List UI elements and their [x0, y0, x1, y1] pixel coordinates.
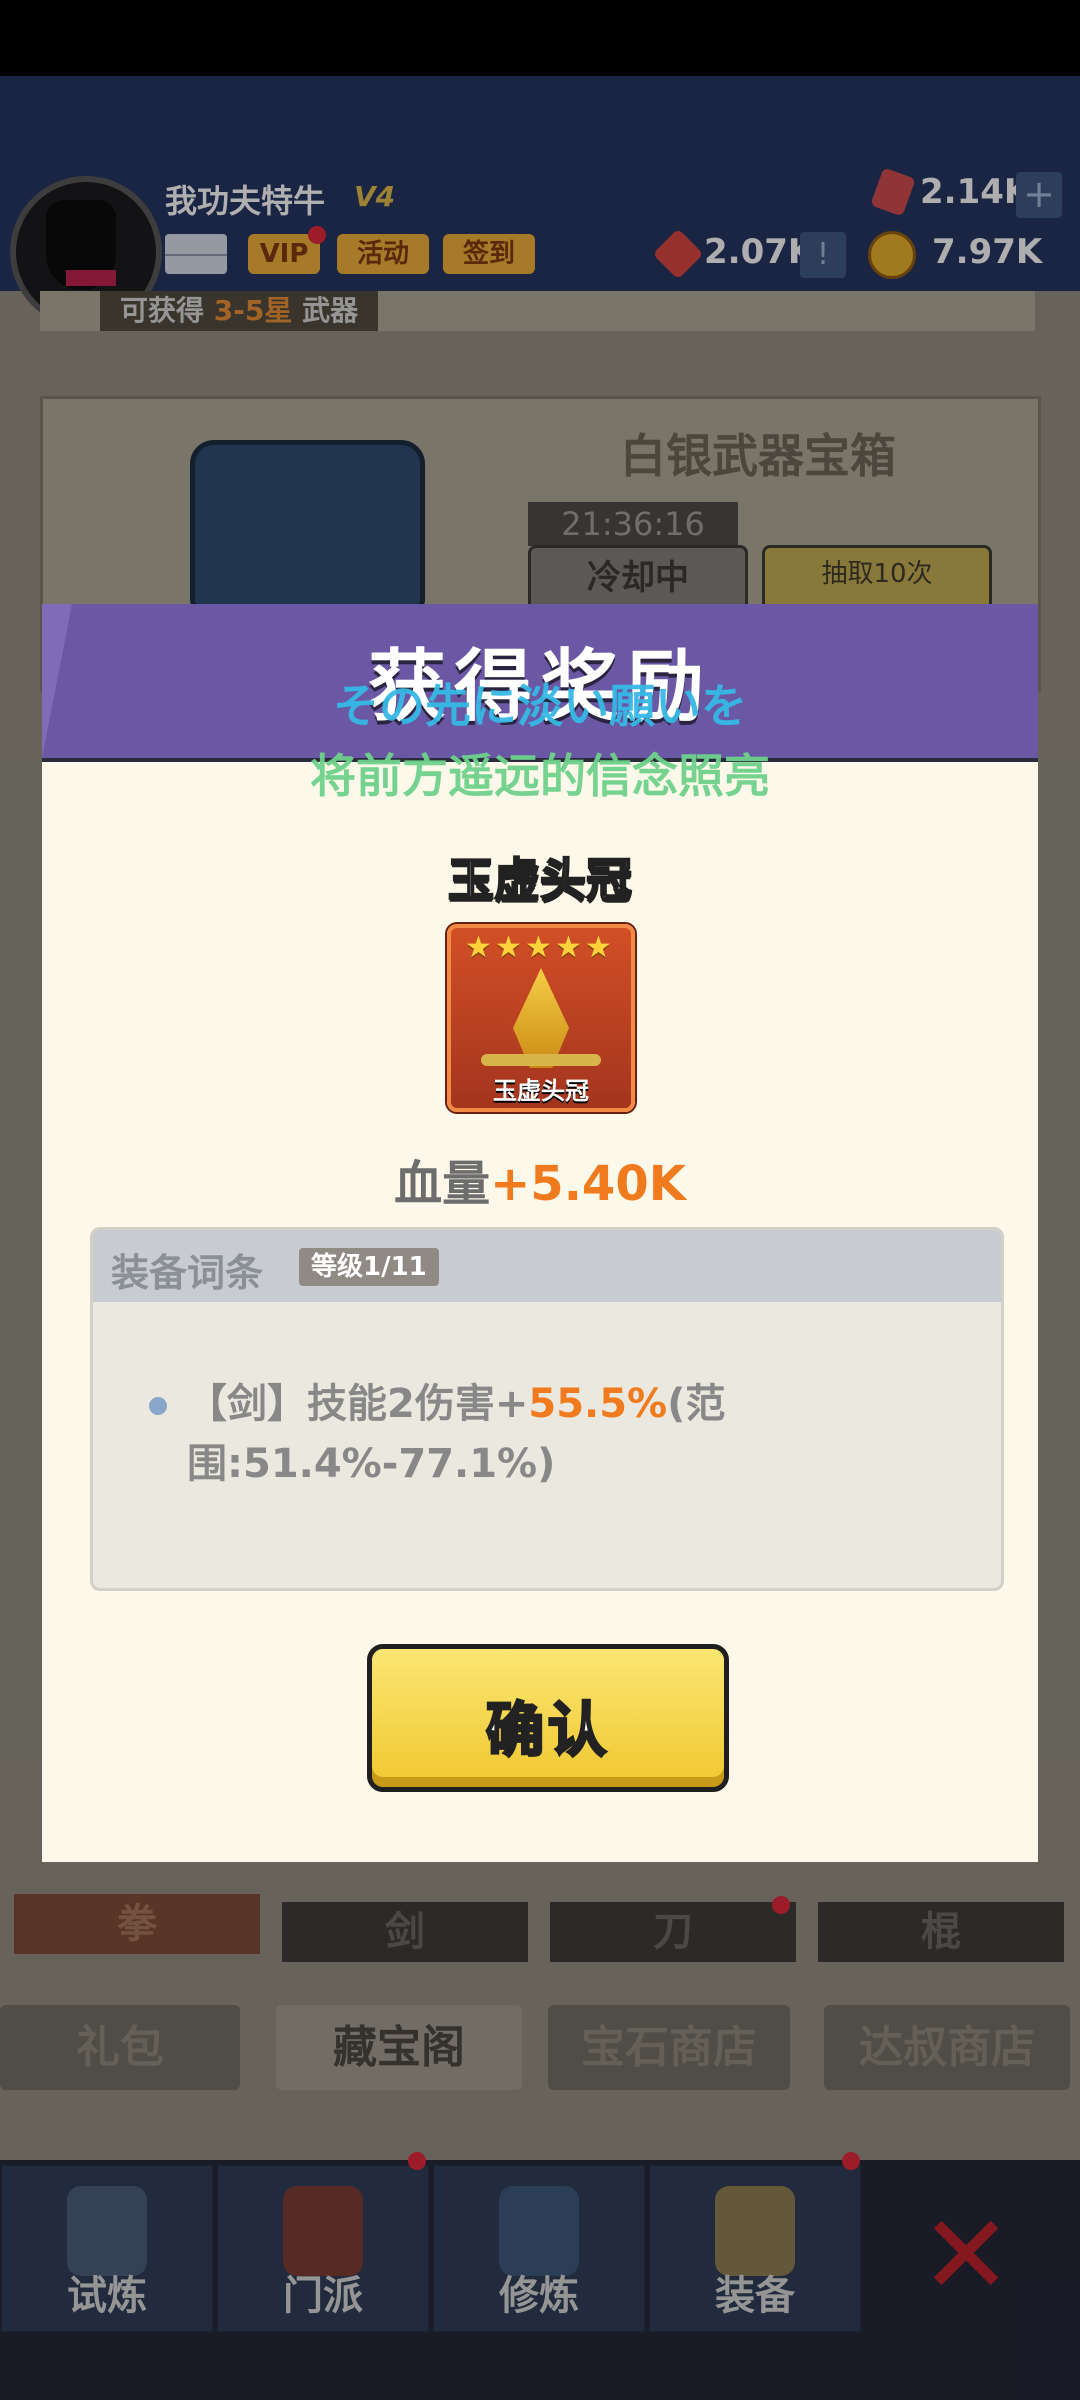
crown-icon	[513, 968, 569, 1068]
confirm-button[interactable]: 确认	[367, 1644, 729, 1792]
affix-level-badge: 等级1/11	[299, 1248, 439, 1286]
affix-title: 装备词条	[111, 1251, 264, 1295]
status-bar	[0, 0, 1080, 76]
star-icon: ★	[555, 930, 582, 965]
star-icon: ★	[495, 930, 522, 965]
stat-value: +5.40K	[490, 1156, 686, 1212]
stat-label: 血量	[394, 1156, 491, 1212]
affix-header: 装备词条 等级1/11	[93, 1230, 1001, 1302]
affix-value: 55.5%	[528, 1381, 668, 1427]
reward-dialog: 获得奖励 その先に淡い願いを 将前方遥远的信念照亮 玉虚头冠 ★ ★ ★ ★ ★ 玉虚头…	[42, 604, 1038, 1862]
affix-text: 【剑】技能2伤害+55.5%(范围:51.4%-77.1%)	[187, 1374, 977, 1494]
item-name: 玉虚头冠	[447, 852, 633, 908]
confirm-label: 确认	[484, 1695, 610, 1766]
affix-box: 装备词条 等级1/11 【剑】技能2伤害+55.5%(范围:51.4%-77.1…	[90, 1227, 1004, 1591]
affix-prefix: 【剑】技能2伤害+	[187, 1381, 529, 1427]
star-icon: ★	[525, 930, 552, 965]
lyric-overlay-line-1: その先に淡い願いを	[333, 679, 747, 733]
stat-line: 血量+5.40K	[42, 1144, 1038, 1214]
crown-base	[481, 1054, 601, 1066]
star-icon: ★	[465, 930, 492, 965]
star-icon: ★	[585, 930, 612, 965]
lyric-overlay-line-2: 将前方遥远的信念照亮	[310, 749, 770, 803]
item-card[interactable]: ★ ★ ★ ★ ★ 玉虚头冠	[447, 924, 635, 1112]
bullet-icon	[149, 1397, 167, 1415]
item-card-label: 玉虚头冠	[493, 1077, 589, 1105]
